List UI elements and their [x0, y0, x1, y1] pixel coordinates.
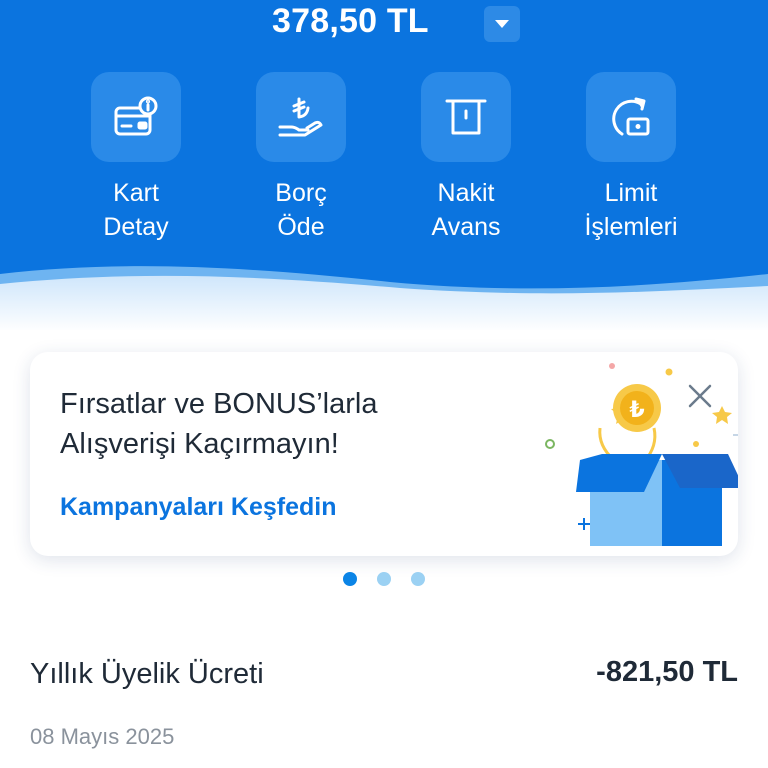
atm-cash-icon — [445, 99, 487, 135]
card-details-label: Kart Detay — [103, 179, 169, 241]
transaction-date: 08 Mayıs 2025 — [30, 724, 175, 749]
balance-dropdown-button[interactable] — [484, 6, 520, 42]
cash-advance-label: Nakit Avans — [431, 179, 501, 241]
carousel-dot-1[interactable] — [343, 572, 357, 586]
promo-card[interactable]: Fırsatlar ve BONUS’larla Alışverişi Kaçı… — [30, 352, 738, 556]
card-info-icon — [114, 96, 158, 136]
limit-refresh-icon — [612, 97, 650, 136]
account-header: 378,50 TL Kart Detay Borç Öde Nakit Avan… — [0, 0, 768, 330]
lira-hand-icon — [278, 97, 323, 137]
quick-actions: Kart Detay Borç Öde Nakit Avans Limit İş… — [0, 72, 768, 252]
transaction-amount: -821,50 TL — [596, 656, 738, 688]
close-icon — [688, 384, 712, 408]
pay-debt-button[interactable]: Borç Öde — [226, 72, 376, 252]
card-details-button[interactable]: Kart Detay — [61, 72, 211, 252]
promo-close-button[interactable] — [682, 378, 718, 414]
balance-row: 378,50 TL — [0, 0, 768, 46]
pay-debt-tile[interactable] — [256, 72, 346, 162]
header-wave-divider — [0, 266, 768, 330]
transaction-title[interactable]: Yıllık Üyelik Ücreti — [30, 658, 264, 691]
carousel-dot-3[interactable] — [411, 572, 425, 586]
limit-operations-button[interactable]: Limit İşlemleri — [556, 72, 706, 252]
balance-amount: 378,50 TL — [272, 2, 429, 40]
caret-down-icon — [495, 20, 509, 28]
card-details-tile[interactable] — [91, 72, 181, 162]
carousel-dot-2[interactable] — [377, 572, 391, 586]
promo-campaigns-link[interactable]: Kampanyaları Keşfedin — [60, 493, 337, 522]
cash-advance-tile[interactable] — [421, 72, 511, 162]
promo-title: Fırsatlar ve BONUS’larla Alışverişi Kaçı… — [60, 388, 378, 460]
limit-operations-label: Limit İşlemleri — [584, 179, 678, 241]
cash-advance-button[interactable]: Nakit Avans — [391, 72, 541, 252]
carousel-indicator — [0, 572, 768, 588]
pay-debt-label: Borç Öde — [275, 179, 327, 241]
svg-text:₺: ₺ — [629, 398, 644, 423]
limit-operations-tile[interactable] — [586, 72, 676, 162]
